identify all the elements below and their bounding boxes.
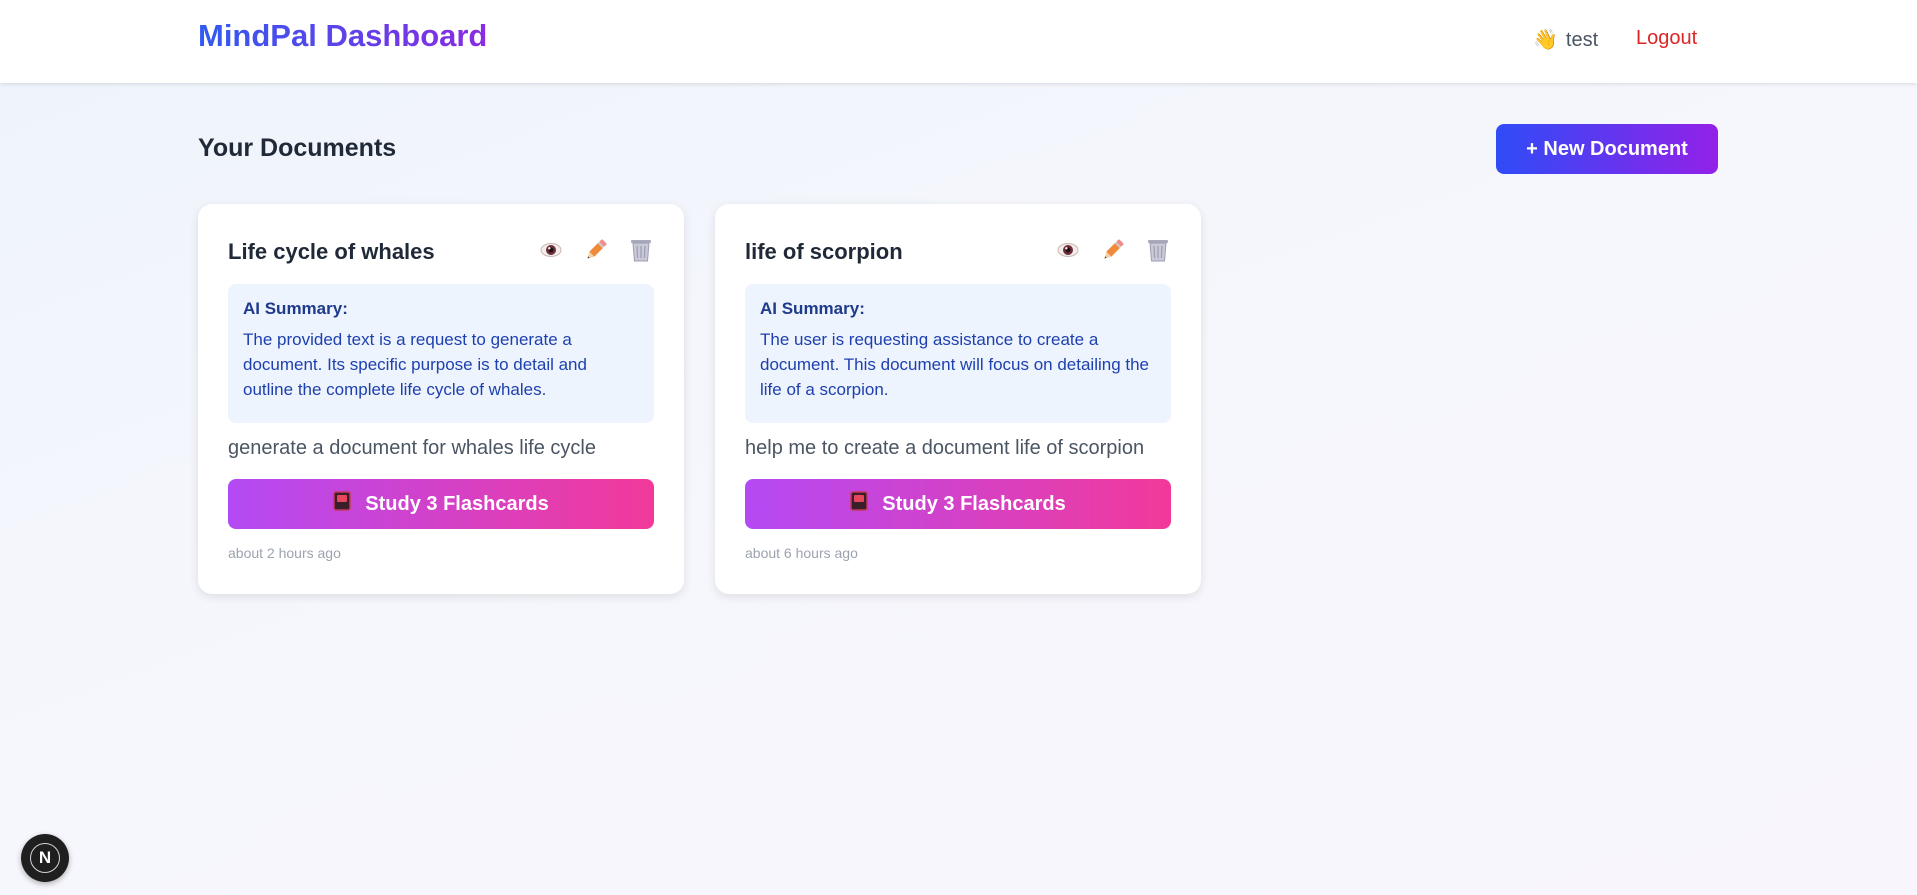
flashcard-icon bbox=[850, 491, 869, 517]
study-flashcards-button[interactable]: Study 3 Flashcards bbox=[745, 479, 1171, 529]
page-title: Your Documents bbox=[198, 134, 397, 162]
pencil-icon[interactable] bbox=[1099, 236, 1126, 263]
document-timestamp: about 2 hours ago bbox=[228, 545, 341, 561]
pencil-icon[interactable] bbox=[582, 236, 609, 263]
document-actions bbox=[1054, 236, 1171, 263]
eye-icon[interactable] bbox=[1054, 236, 1081, 263]
document-timestamp: about 6 hours ago bbox=[745, 545, 858, 561]
app-title[interactable]: MindPal Dashboard bbox=[198, 18, 487, 54]
ai-summary-text: The provided text is a request to genera… bbox=[243, 330, 587, 399]
new-document-button[interactable]: + New Document bbox=[1496, 124, 1718, 174]
user-name: test bbox=[1565, 29, 1599, 51]
nextjs-logo-icon: N bbox=[30, 843, 60, 873]
ai-summary-box: AI Summary: The user is requesting assis… bbox=[745, 284, 1171, 423]
document-actions bbox=[537, 236, 654, 263]
wastebasket-icon[interactable] bbox=[1144, 236, 1171, 263]
document-prompt: help me to create a document life of sco… bbox=[745, 437, 1145, 459]
study-flashcards-button[interactable]: Study 3 Flashcards bbox=[228, 479, 654, 529]
nextjs-dev-indicator-button[interactable]: N bbox=[21, 834, 69, 882]
document-card: Life cycle of whales AI Summary: The pro… bbox=[198, 204, 684, 594]
ai-summary-label: AI Summary: bbox=[760, 299, 865, 318]
eye-icon[interactable] bbox=[537, 236, 564, 263]
flashcard-icon bbox=[333, 491, 352, 517]
ai-summary-label: AI Summary: bbox=[243, 299, 348, 318]
user-greeting: 👋 test bbox=[1533, 27, 1598, 52]
document-title: life of scorpion bbox=[745, 239, 903, 264]
ai-summary-box: AI Summary: The provided text is a reque… bbox=[228, 284, 654, 423]
top-navbar: MindPal Dashboard 👋 test Logout bbox=[0, 0, 1917, 83]
wastebasket-icon[interactable] bbox=[627, 236, 654, 263]
study-flashcards-label: Study 3 Flashcards bbox=[365, 492, 549, 515]
study-flashcards-label: Study 3 Flashcards bbox=[882, 492, 1066, 515]
logout-button[interactable]: Logout bbox=[1636, 27, 1697, 50]
waving-hand-icon: 👋 bbox=[1533, 29, 1558, 51]
document-card: life of scorpion AI Summary: The user is… bbox=[715, 204, 1201, 594]
document-prompt: generate a document for whales life cycl… bbox=[228, 437, 596, 459]
document-title: Life cycle of whales bbox=[228, 239, 435, 264]
ai-summary-text: The user is requesting assistance to cre… bbox=[760, 330, 1150, 399]
